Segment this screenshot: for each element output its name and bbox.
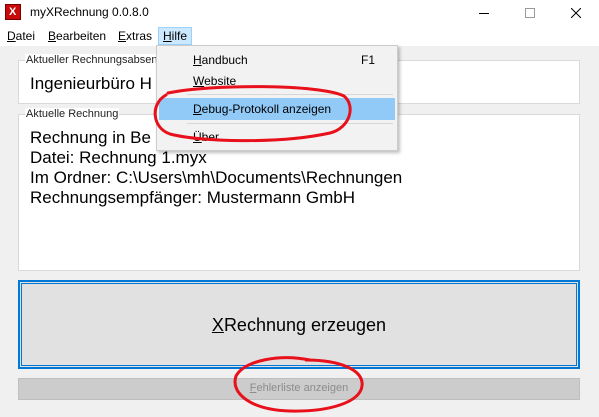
invoice-group-label: Aktuelle Rechnung [25,108,120,121]
menu-label: xtras [126,29,153,43]
menu-extras[interactable]: Extras [114,27,156,45]
window-title: myXRechnung 0.0.8.0 [30,5,149,19]
maximize-icon [525,8,535,18]
menu-mnemonic: H [163,29,172,43]
menu-label-text: ebug-Protokoll anzeigen [201,102,332,116]
menu-item-handbuch[interactable]: Handbuch F1 [159,49,395,71]
close-button[interactable] [553,0,599,26]
maximize-button[interactable] [507,0,553,26]
menu-label: atei [15,29,36,43]
menu-item-label: Über... [193,126,228,148]
sender-group-label: Aktueller Rechnungsabsend [25,54,165,67]
menu-mnemonic: W [193,74,205,88]
menu-label: earbeiten [56,29,107,43]
menu-bearbeiten[interactable]: Bearbeiten [44,27,110,45]
button-mnemonic: X [211,315,224,335]
menu-mnemonic: E [118,29,127,43]
button-label-text: ehlerliste anzeigen [256,382,349,394]
menu-mnemonic: Ü [193,130,202,144]
invoice-line-file: Datei: Rechnung 1.myx [30,148,207,167]
button-label-text: Rechnung erzeugen [223,315,387,335]
menu-label-text: ber... [201,130,229,144]
app-icon-letter: X [9,6,17,18]
menu-hilfe[interactable]: Hilfe [158,27,193,45]
show-error-list-label: Fehlerliste anzeigen [19,382,579,394]
show-error-list-button[interactable]: Fehlerliste anzeigen [18,378,580,400]
menu-item-ueber[interactable]: Über... [159,126,395,148]
menu-mnemonic: B [48,29,57,43]
button-mnemonic: F [249,382,257,394]
invoice-line-folder: Im Ordner: C:\Users\mh\Documents\Rechnun… [30,168,403,187]
menu-mnemonic: D [7,29,16,43]
menu-item-label: Website [193,70,236,92]
menu-item-website[interactable]: Website [159,70,395,92]
menu-item-shortcut: F1 [360,53,375,67]
invoice-line-recipient: Rechnungsempfänger: Mustermann GmbH [30,188,356,207]
create-xrechnung-button[interactable]: XRechnung erzeugen [18,280,580,369]
menu-separator [187,94,393,95]
sender-value: Ingenieurbüro H [30,74,152,93]
menu-item-label: Handbuch [193,49,248,71]
menu-label: ilfe [171,29,188,43]
minimize-icon [479,13,489,14]
app-icon[interactable]: X [5,4,21,20]
create-xrechnung-label: XRechnung erzeugen [20,315,578,336]
invoice-line-status: Rechnung in Be [30,128,151,147]
menu-bar: Datei Bearbeiten Extras Hilfe [0,26,599,46]
menu-separator [187,123,393,124]
menu-mnemonic: H [193,53,202,67]
menu-item-label: Debug-Protokoll anzeigen [193,98,331,120]
menu-label-text: ebsite [204,74,237,88]
menu-label-text: andbuch [201,53,248,67]
close-icon [571,8,581,18]
menu-item-debug-protokoll[interactable]: Debug-Protokoll anzeigen [159,98,395,120]
menu-mnemonic: D [193,102,202,116]
minimize-button[interactable] [461,0,507,26]
title-bar: X myXRechnung 0.0.8.0 [0,0,599,26]
menu-datei[interactable]: Datei [3,27,39,45]
help-menu-dropdown: Handbuch F1 Website Debug-Protokoll anze… [156,45,398,151]
